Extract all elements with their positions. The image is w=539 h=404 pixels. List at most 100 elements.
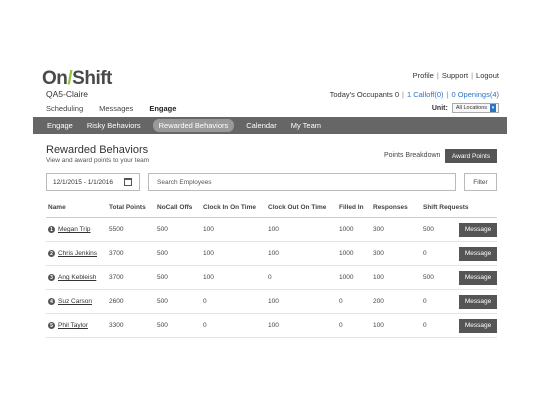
support-link[interactable]: Support xyxy=(442,71,468,80)
date-range-value: 12/1/2015 - 1/1/2016 xyxy=(53,178,113,186)
table-row: 2 Chris Jenkins 3700 500 100 100 1000 300… xyxy=(46,242,497,266)
responses: 100 xyxy=(373,274,384,281)
responses: 200 xyxy=(373,298,384,305)
subnav-my-team[interactable]: My Team xyxy=(284,121,328,130)
clock-out-on-time: 100 xyxy=(268,298,279,305)
clock-out-on-time: 0 xyxy=(268,274,272,281)
nocall-offs: 500 xyxy=(157,322,168,329)
shift-requests: 0 xyxy=(423,298,427,305)
total-points: 3700 xyxy=(109,250,124,257)
header-responses[interactable]: Responses xyxy=(373,204,408,211)
employee-name-link[interactable]: Phil Taylor xyxy=(58,322,88,329)
chevron-down-icon: ▾ xyxy=(490,104,496,112)
total-points: 3700 xyxy=(109,274,124,281)
nav-engage[interactable]: Engage xyxy=(149,104,176,113)
openings-link[interactable]: 0 Openings(4) xyxy=(451,90,499,99)
subnav-risky-behaviors[interactable]: Risky Behaviors xyxy=(80,121,148,130)
nocall-offs: 500 xyxy=(157,298,168,305)
subnav-calendar[interactable]: Calendar xyxy=(239,121,283,130)
page-title: Rewarded Behaviors xyxy=(46,144,149,156)
header-links: Profile | Support | Logout xyxy=(412,71,499,80)
filled-in: 1000 xyxy=(339,250,354,257)
logout-link[interactable]: Logout xyxy=(476,71,499,80)
shift-requests: 500 xyxy=(423,226,434,233)
profile-link[interactable]: Profile xyxy=(413,71,434,80)
clock-out-on-time: 100 xyxy=(268,322,279,329)
rank-badge: 4 xyxy=(48,298,55,305)
nocall-offs: 500 xyxy=(157,274,168,281)
occupants-count: Today's Occupants 0 xyxy=(329,90,400,99)
nav-messages[interactable]: Messages xyxy=(99,104,133,113)
filled-in: 1000 xyxy=(339,226,354,233)
total-points: 3300 xyxy=(109,322,124,329)
message-button[interactable]: Message xyxy=(459,246,497,261)
employee-name-link[interactable]: Ang Kebleish xyxy=(58,274,96,281)
nav-scheduling[interactable]: Scheduling xyxy=(46,104,83,113)
clock-out-on-time: 100 xyxy=(268,250,279,257)
filter-button[interactable]: Filter xyxy=(464,173,497,191)
engage-subnav: Engage Risky Behaviors Rewarded Behavior… xyxy=(33,117,507,134)
employee-cell: 4 Suz Carson xyxy=(48,298,92,305)
table-row: 3 Ang Kebleish 3700 500 100 0 1000 100 50… xyxy=(46,266,497,290)
responses: 100 xyxy=(373,322,384,329)
search-employees-input[interactable]: Search Employees xyxy=(148,173,456,191)
top-nav: Scheduling Messages Engage xyxy=(46,104,176,113)
points-breakdown-link[interactable]: Points Breakdown xyxy=(384,152,440,159)
rank-badge: 5 xyxy=(48,322,55,329)
message-button[interactable]: Message xyxy=(459,318,497,333)
table-row: 1 Megan Trip 5500 500 100 100 1000 300 50… xyxy=(46,218,497,242)
rank-badge: 3 xyxy=(48,274,55,281)
employee-name-link[interactable]: Chris Jenkins xyxy=(58,250,97,257)
page-subtitle: View and award points to your team xyxy=(46,157,150,164)
award-points-button[interactable]: Award Points xyxy=(445,149,497,163)
employee-cell: 2 Chris Jenkins xyxy=(48,250,97,257)
header-name[interactable]: Name xyxy=(48,204,66,211)
filled-in: 1000 xyxy=(339,274,354,281)
shift-requests: 0 xyxy=(423,322,427,329)
calloff-link[interactable]: 1 Calloff(0) xyxy=(407,90,444,99)
clock-in-on-time: 100 xyxy=(203,250,214,257)
table-header: Name Total Points NoCall Offs Clock In O… xyxy=(46,198,497,218)
header-total-points[interactable]: Total Points xyxy=(109,204,146,211)
employee-name-link[interactable]: Megan Trip xyxy=(58,226,91,233)
unit-dropdown[interactable]: All Locations ▾ xyxy=(451,103,499,113)
header-nocall-offs[interactable]: NoCall Offs xyxy=(157,204,192,211)
date-range-input[interactable]: 12/1/2015 - 1/1/2016 xyxy=(46,173,140,191)
header-clock-in[interactable]: Clock In On Time xyxy=(203,204,256,211)
employee-cell: 1 Megan Trip xyxy=(48,226,91,233)
filled-in: 0 xyxy=(339,322,343,329)
shift-requests: 500 xyxy=(423,274,434,281)
clock-out-on-time: 100 xyxy=(268,226,279,233)
header-shift-requests[interactable]: Shift Requests xyxy=(423,204,469,211)
total-points: 2600 xyxy=(109,298,124,305)
subnav-engage[interactable]: Engage xyxy=(47,121,80,130)
subnav-rewarded-behaviors[interactable]: Rewarded Behaviors xyxy=(152,119,235,132)
clock-in-on-time: 100 xyxy=(203,274,214,281)
message-button[interactable]: Message xyxy=(459,222,497,237)
onshift-logo: On/Shift xyxy=(42,68,112,89)
calendar-icon[interactable] xyxy=(124,178,132,186)
message-button[interactable]: Message xyxy=(459,294,497,309)
rewards-table: Name Total Points NoCall Offs Clock In O… xyxy=(46,198,497,338)
unit-selector: Unit: All Locations ▾ xyxy=(432,103,499,113)
clock-in-on-time: 0 xyxy=(203,322,207,329)
shift-requests: 0 xyxy=(423,250,427,257)
rank-badge: 1 xyxy=(48,226,55,233)
header-clock-out[interactable]: Clock Out On Time xyxy=(268,204,326,211)
employee-name-link[interactable]: Suz Carson xyxy=(58,298,92,305)
message-button[interactable]: Message xyxy=(459,270,497,285)
employee-cell: 5 Phil Taylor xyxy=(48,322,88,329)
clock-in-on-time: 0 xyxy=(203,298,207,305)
occupants-bar: Today's Occupants 0 | 1 Calloff(0) | 0 Openi… xyxy=(329,90,499,99)
unit-value: All Locations xyxy=(455,105,487,111)
nocall-offs: 500 xyxy=(157,250,168,257)
responses: 300 xyxy=(373,250,384,257)
filled-in: 0 xyxy=(339,298,343,305)
nocall-offs: 500 xyxy=(157,226,168,233)
rank-badge: 2 xyxy=(48,250,55,257)
total-points: 5500 xyxy=(109,226,124,233)
header-filled-in[interactable]: Filled In xyxy=(339,204,364,211)
org-name: QA5-Claire xyxy=(46,89,89,99)
unit-label: Unit: xyxy=(431,104,448,112)
clock-in-on-time: 100 xyxy=(203,226,214,233)
